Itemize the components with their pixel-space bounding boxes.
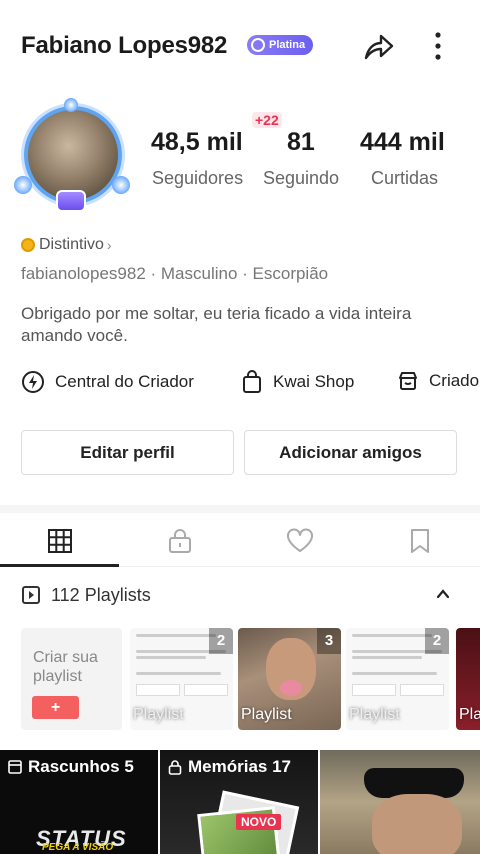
following-new-badge: +22: [252, 112, 282, 128]
profile-bio: Obrigado por me soltar, eu teria ficado …: [21, 304, 412, 345]
criador-link[interactable]: Criado: [397, 370, 479, 392]
frame-gem-top: [64, 98, 78, 112]
link-label: Central do Criador: [55, 372, 194, 391]
lock-icon: [168, 760, 182, 775]
drafts-cell[interactable]: Rascunhos 5 STATUS PEGA A VISÃO: [0, 750, 158, 854]
profile-header: Fabiano Lopes982 Platina: [0, 24, 480, 68]
playlist-count: 2: [209, 628, 233, 654]
store-icon: [399, 372, 417, 390]
playlist-icon: [22, 586, 40, 604]
central-do-criador-link[interactable]: Central do Criador: [21, 370, 194, 394]
playlist-label: Playlist: [349, 706, 400, 723]
playlist-count: 2: [425, 628, 449, 654]
add-friends-button[interactable]: Adicionar amigos: [244, 430, 457, 475]
tab-liked[interactable]: [240, 515, 360, 567]
create-playlist-label: Criar sua playlist: [33, 649, 98, 685]
thumb-line: [136, 656, 206, 659]
face-shape: [372, 794, 462, 854]
tab-grid[interactable]: [0, 515, 120, 567]
thumb-line: [136, 634, 216, 637]
memories-cell[interactable]: Memórias 17: [160, 750, 318, 854]
content-tabs: [0, 515, 480, 567]
playlist-card[interactable]: 2 Playlist: [346, 628, 449, 730]
heart-icon: [287, 528, 313, 552]
drafts-icon: [8, 760, 22, 774]
likes-count: 444 mil: [360, 128, 445, 156]
video-grid: Rascunhos 5 STATUS PEGA A VISÃO Memórias…: [0, 750, 480, 854]
tab-private[interactable]: [120, 515, 240, 567]
shopping-bag-icon: [243, 370, 261, 393]
thumb-button: [352, 684, 396, 696]
playlist-label: Playlist: [241, 706, 292, 723]
kwai-shop-link[interactable]: Kwai Shop: [241, 370, 354, 394]
status-subtext: PEGA A VISÃO: [42, 842, 114, 853]
edit-profile-button[interactable]: Editar perfil: [21, 430, 234, 475]
create-playlist-card[interactable]: Criar sua playlist +: [21, 628, 122, 730]
chevron-right-icon: ›: [106, 237, 112, 253]
thumb-line: [136, 672, 221, 675]
link-label: Criado: [429, 371, 480, 390]
thumb-button: [136, 684, 180, 696]
playlist-card[interactable]: Pla: [456, 628, 480, 730]
thumb-line: [352, 656, 422, 659]
playlists-header[interactable]: 112 Playlists: [21, 580, 461, 610]
novo-badge: NOVO: [236, 814, 282, 830]
thumb-button: [184, 684, 228, 696]
more-vertical-icon: [435, 32, 441, 60]
playlist-card[interactable]: 3 Playlist: [238, 628, 341, 730]
following-label: Seguindo: [263, 168, 340, 188]
playlist-label: Pla: [459, 706, 480, 723]
thumb-line: [352, 634, 432, 637]
link-label: Kwai Shop: [273, 372, 355, 391]
coin-icon: [21, 238, 35, 252]
frame-gem-left: [14, 176, 32, 194]
frame-gem-right: [112, 176, 130, 194]
video-thumbnail[interactable]: [320, 750, 480, 854]
playlists-count: 112 Playlists: [51, 584, 151, 605]
memories-label: Memórias 17: [188, 757, 291, 776]
distintivo-link[interactable]: Distintivo ›: [21, 236, 112, 254]
avatar-frame[interactable]: [12, 98, 132, 218]
distintivo-label: Distintivo: [39, 236, 104, 253]
username: Fabiano Lopes982: [21, 32, 228, 59]
playlist-card[interactable]: 2 Playlist: [130, 628, 233, 730]
section-divider: [0, 505, 480, 513]
bookmark-icon: [411, 529, 429, 553]
create-playlist-button[interactable]: +: [32, 696, 79, 719]
avatar-play-icon: [56, 190, 86, 212]
likes-label: Curtidas: [371, 168, 439, 188]
share-button[interactable]: [360, 28, 396, 64]
thumb-button: [400, 684, 444, 696]
memories-title: Memórias 17: [168, 757, 291, 777]
active-tab-indicator: [0, 564, 119, 567]
chevron-up-icon[interactable]: [435, 586, 451, 602]
badge-label: Platina: [269, 39, 306, 51]
followers-count: 48,5 mil: [151, 128, 243, 156]
following-count: 81: [287, 128, 315, 156]
followers-label: Seguidores: [152, 168, 244, 188]
platina-badge[interactable]: Platina: [247, 35, 314, 55]
thumb-tongue: [280, 680, 302, 696]
level-icon: [251, 38, 265, 52]
drafts-title: Rascunhos 5: [8, 757, 134, 777]
lightning-icon: [22, 371, 44, 393]
playlist-label: Playlist: [133, 706, 184, 723]
playlist-count: 3: [317, 628, 341, 654]
thumb-line: [352, 672, 437, 675]
drafts-label: Rascunhos 5: [28, 757, 134, 776]
share-icon: [364, 34, 394, 60]
grid-icon: [48, 529, 72, 553]
lock-icon: [169, 529, 191, 553]
profile-info-line: fabianolopes982 · Masculino · Escorpião: [21, 264, 329, 283]
tab-saved[interactable]: [360, 515, 480, 567]
more-options-button[interactable]: [424, 28, 452, 64]
